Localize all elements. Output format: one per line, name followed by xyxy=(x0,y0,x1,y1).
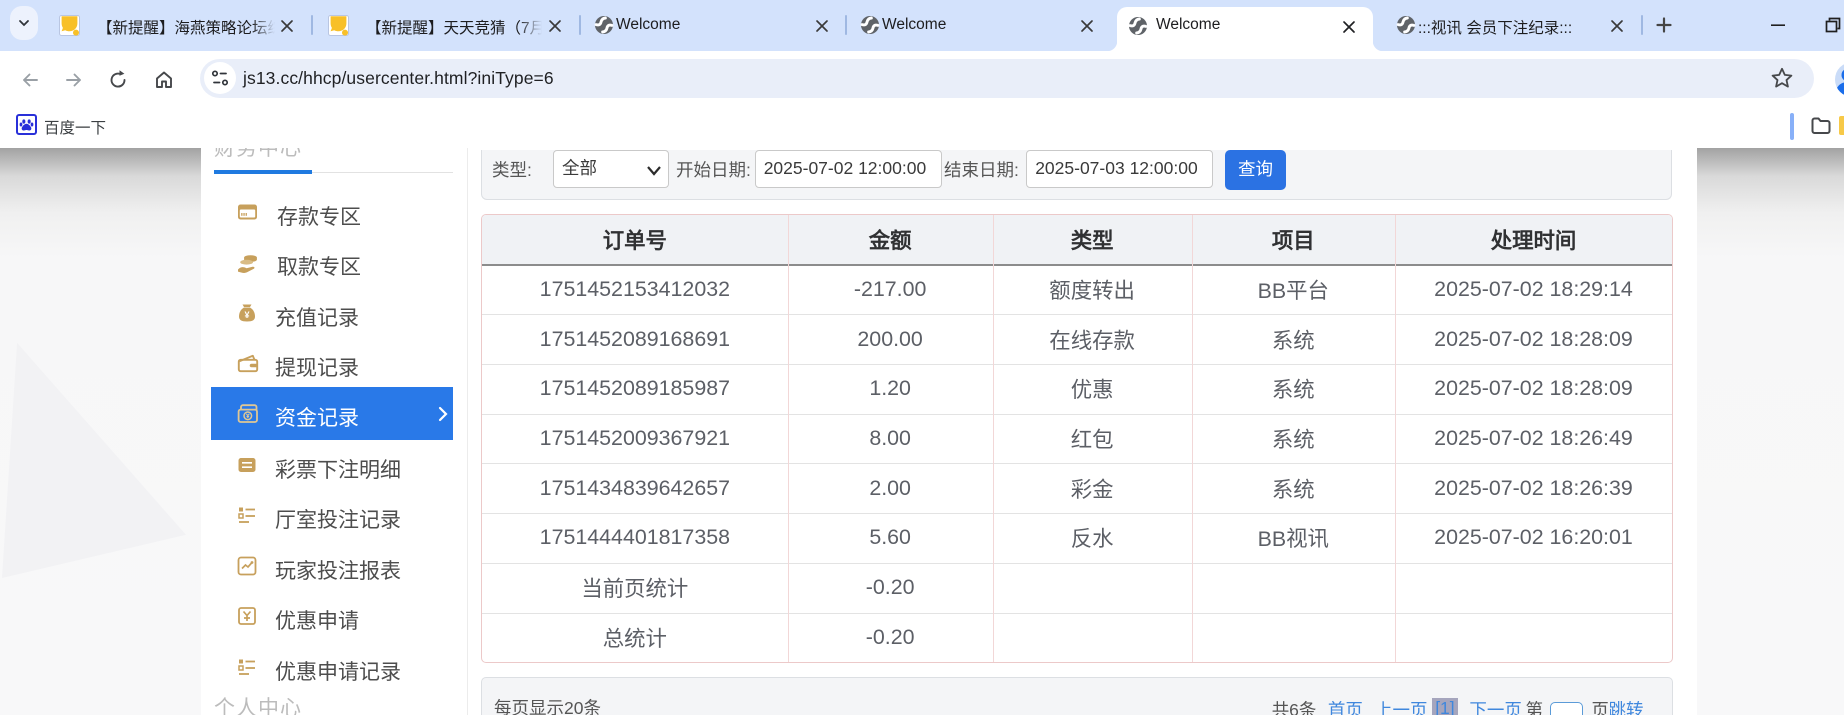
svg-text:¥: ¥ xyxy=(244,310,249,320)
